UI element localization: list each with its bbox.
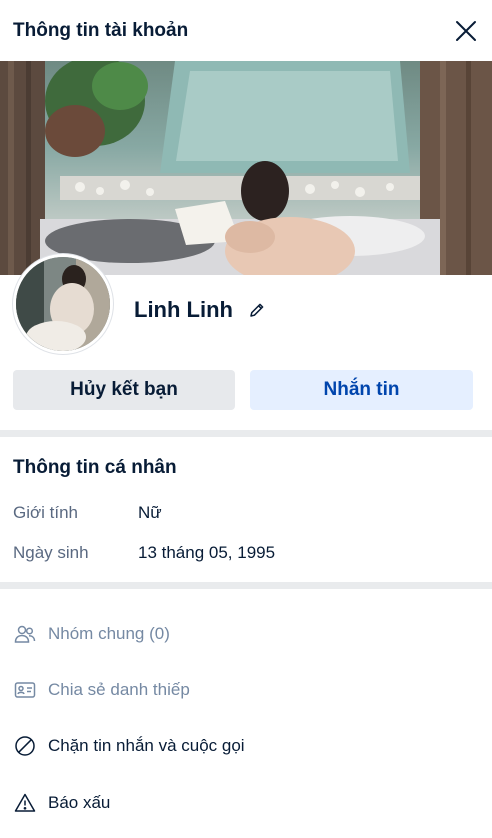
avatar[interactable] bbox=[13, 254, 113, 354]
birthday-label: Ngày sinh bbox=[13, 543, 89, 562]
block-item[interactable]: Chặn tin nhắn và cuộc gọi bbox=[13, 731, 245, 761]
warning-icon bbox=[13, 792, 36, 815]
share-card-item[interactable]: Chia sẻ danh thiếp bbox=[13, 675, 190, 705]
close-icon[interactable] bbox=[452, 17, 480, 45]
block-label: Chặn tin nhắn và cuộc gọi bbox=[48, 736, 245, 755]
report-label: Báo xấu bbox=[48, 793, 111, 812]
pencil-icon[interactable] bbox=[247, 300, 267, 320]
modal-header: Thông tin tài khoản bbox=[0, 0, 492, 61]
profile-name-row: Linh Linh bbox=[134, 294, 267, 326]
section-divider bbox=[0, 430, 492, 437]
modal-title: Thông tin tài khoản bbox=[13, 19, 189, 41]
gender-label: Giới tính bbox=[13, 503, 79, 522]
unfriend-button[interactable]: Hủy kết bạn bbox=[13, 370, 235, 410]
common-groups-item[interactable]: Nhóm chung (0) bbox=[13, 619, 170, 649]
message-button[interactable]: Nhắn tin bbox=[250, 370, 473, 410]
report-item[interactable]: Báo xấu bbox=[13, 788, 110, 818]
cover-photo[interactable] bbox=[0, 61, 492, 275]
common-groups-label: Nhóm chung (0) bbox=[48, 624, 170, 643]
block-icon bbox=[13, 735, 36, 758]
personal-info-title: Thông tin cá nhân bbox=[13, 457, 177, 478]
birthday-row: Ngày sinh 13 tháng 05, 1995 bbox=[13, 541, 275, 565]
gender-row: Giới tính Nữ bbox=[13, 501, 162, 525]
section-divider bbox=[0, 582, 492, 589]
profile-name: Linh Linh bbox=[134, 297, 233, 322]
gender-value: Nữ bbox=[138, 503, 162, 522]
birthday-value: 13 tháng 05, 1995 bbox=[138, 543, 276, 562]
group-icon bbox=[13, 623, 36, 646]
contact-card-icon bbox=[13, 679, 36, 702]
share-card-label: Chia sẻ danh thiếp bbox=[48, 680, 190, 699]
